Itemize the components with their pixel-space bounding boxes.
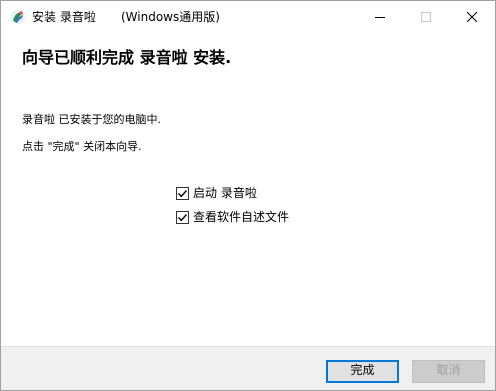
launch-app-checkbox[interactable] bbox=[176, 186, 189, 200]
view-readme-checkbox[interactable] bbox=[176, 210, 189, 224]
checkmark-icon bbox=[178, 213, 188, 221]
maximize-button[interactable] bbox=[403, 1, 449, 32]
cancel-button[interactable]: 取消 bbox=[412, 360, 485, 383]
installer-window: 安装 录音啦 (Windows通用版) 向导已顺利完成 录音啦 安装. 录音啦 … bbox=[0, 0, 496, 391]
button-bar: 完成 取消 bbox=[1, 346, 495, 390]
close-icon bbox=[467, 11, 477, 22]
install-complete-text: 录音啦 已安装于您的电脑中. bbox=[22, 113, 161, 126]
launch-app-label[interactable]: 启动 录音啦 bbox=[193, 185, 257, 201]
finish-button[interactable]: 完成 bbox=[326, 360, 399, 383]
view-readme-option[interactable]: 查看软件自述文件 bbox=[176, 209, 289, 225]
window-title-edition: (Windows通用版) bbox=[121, 10, 220, 24]
maximize-icon bbox=[421, 11, 431, 22]
view-readme-label[interactable]: 查看软件自述文件 bbox=[193, 209, 289, 225]
finish-instruction-text: 点击 "完成" 关闭本向导. bbox=[22, 140, 142, 153]
close-button[interactable] bbox=[449, 1, 495, 32]
page-title: 向导已顺利完成 录音啦 安装. bbox=[22, 48, 232, 67]
window-title: 安装 录音啦 bbox=[32, 10, 96, 24]
app-icon bbox=[10, 9, 26, 25]
minimize-button[interactable] bbox=[357, 1, 403, 32]
title-bar[interactable]: 安装 录音啦 (Windows通用版) bbox=[1, 1, 495, 32]
minimize-icon bbox=[375, 16, 385, 18]
launch-app-option[interactable]: 启动 录音啦 bbox=[176, 185, 257, 201]
checkmark-icon bbox=[178, 189, 188, 197]
